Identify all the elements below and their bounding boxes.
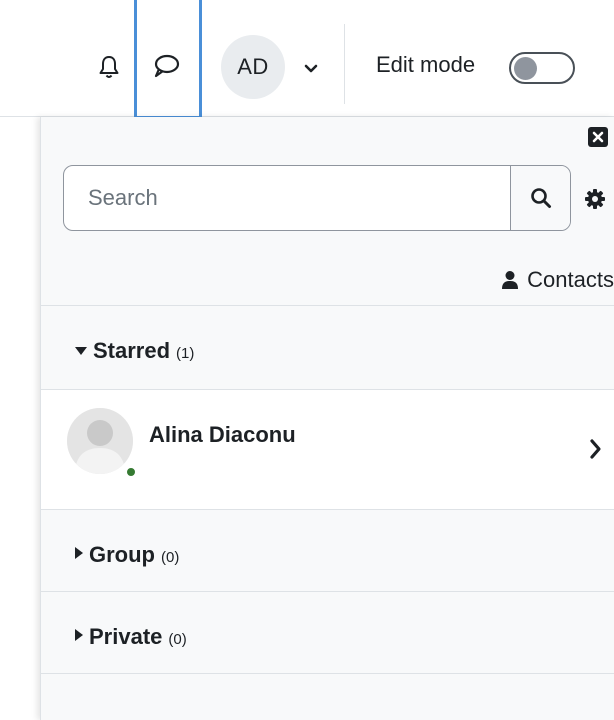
open-conversation-button[interactable] xyxy=(589,438,607,460)
user-avatar[interactable]: AD xyxy=(221,35,285,99)
search-group xyxy=(63,165,571,231)
group-title: Group xyxy=(89,542,155,567)
close-drawer-button[interactable] xyxy=(588,127,608,147)
speech-bubble-icon xyxy=(154,54,180,78)
conversation-item[interactable]: Alina Diaconu xyxy=(41,389,614,509)
close-icon xyxy=(592,131,604,143)
edit-mode-toggle[interactable] xyxy=(509,52,575,84)
search-input[interactable] xyxy=(64,166,510,230)
gear-icon xyxy=(585,189,605,209)
private-count: (0) xyxy=(168,631,187,648)
starred-header[interactable]: Starred (1) xyxy=(75,338,194,364)
contact-avatar xyxy=(67,408,133,474)
user-initials: AD xyxy=(237,54,269,79)
messaging-drawer: Contacts Starred (1) Alina Diaconu xyxy=(40,117,614,720)
group-section: Group (0) xyxy=(41,509,614,591)
default-user-icon xyxy=(67,408,133,474)
contact-name: Alina Diaconu xyxy=(149,422,296,447)
caret-down-icon xyxy=(75,347,87,355)
caret-right-icon xyxy=(75,629,83,641)
starred-title: Starred xyxy=(93,338,171,363)
group-count: (0) xyxy=(161,549,180,566)
starred-count: (1) xyxy=(176,345,195,362)
contacts-label: Contacts xyxy=(527,267,614,292)
notifications-button[interactable] xyxy=(92,50,126,84)
user-icon xyxy=(502,271,519,289)
private-title: Private xyxy=(89,624,163,649)
navbar-divider xyxy=(344,24,345,104)
user-menu-toggle[interactable] xyxy=(298,56,324,82)
online-status-dot xyxy=(125,466,137,478)
private-header[interactable]: Private (0) xyxy=(75,624,187,650)
drawer-footer-space xyxy=(41,673,614,720)
search-icon xyxy=(530,188,551,208)
top-navbar: AD Edit mode xyxy=(0,0,614,119)
toggle-knob xyxy=(514,57,537,80)
bell-icon xyxy=(99,56,119,78)
chevron-right-icon xyxy=(590,439,601,459)
group-header[interactable]: Group (0) xyxy=(75,542,179,568)
messages-button[interactable] xyxy=(134,0,202,119)
starred-section: Starred (1) xyxy=(41,305,614,389)
chevron-down-icon xyxy=(304,64,318,73)
search-button[interactable] xyxy=(510,166,570,230)
settings-button[interactable] xyxy=(583,187,607,211)
contacts-link[interactable]: Contacts xyxy=(501,267,614,293)
private-section: Private (0) xyxy=(41,591,614,673)
edit-mode-label: Edit mode xyxy=(376,52,476,77)
caret-right-icon xyxy=(75,547,83,559)
